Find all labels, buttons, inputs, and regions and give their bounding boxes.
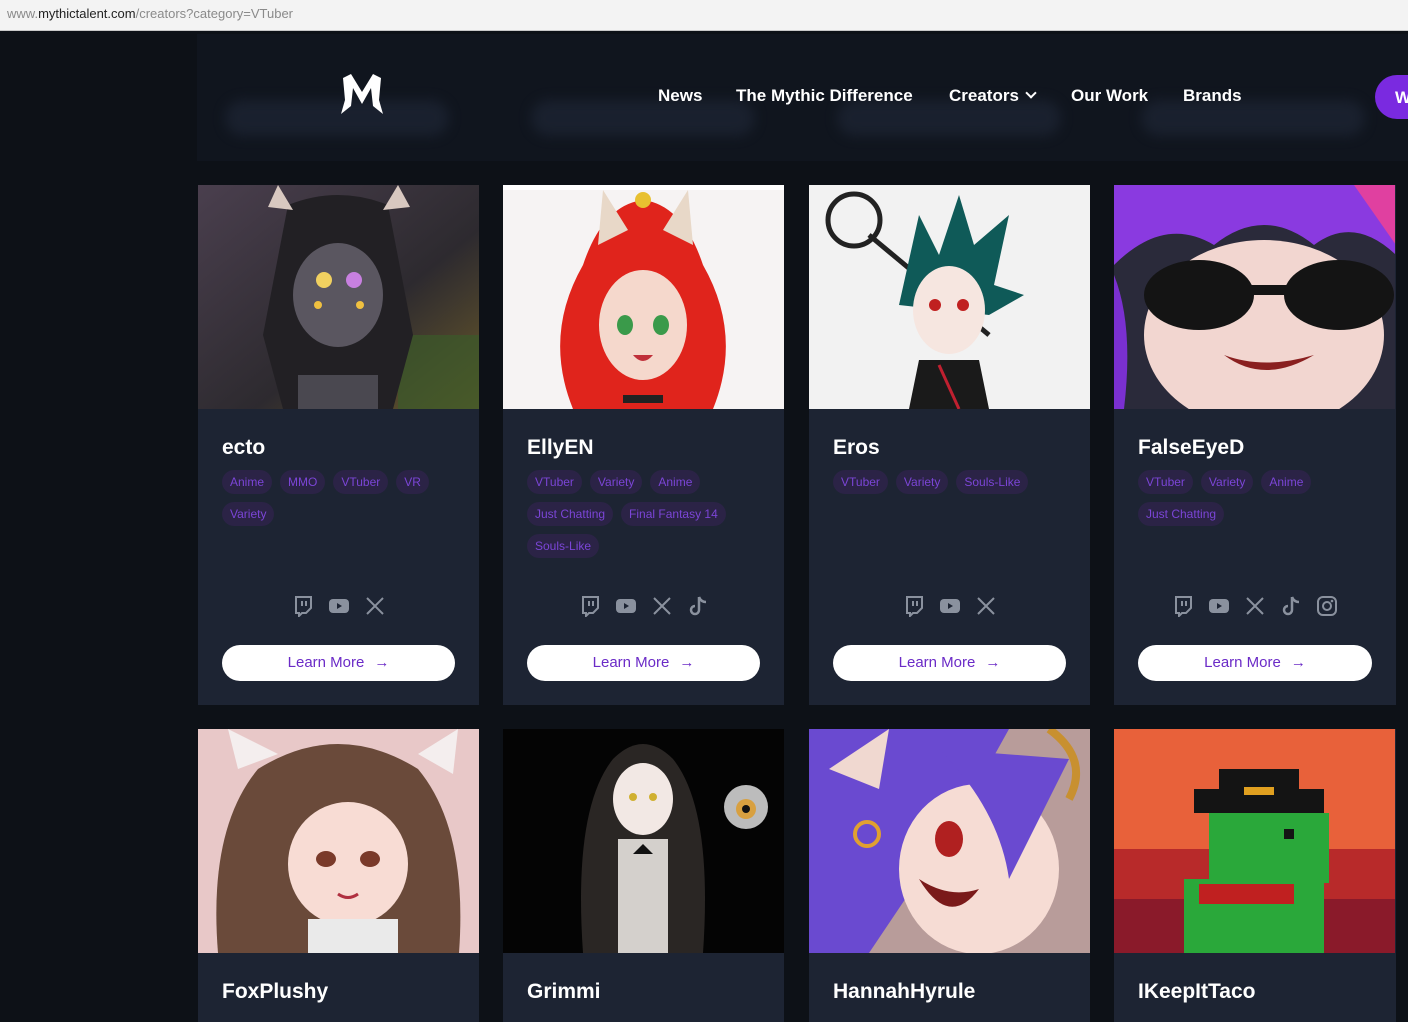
arrow-right-icon: → (985, 654, 1001, 671)
creator-name: Eros (833, 436, 880, 459)
creator-name: HannahHyrule (833, 980, 976, 1003)
tag[interactable]: Anime (1261, 470, 1312, 494)
instagram-icon[interactable] (1316, 595, 1338, 617)
nav-creators[interactable]: Creators (949, 86, 1037, 106)
creator-avatar[interactable] (198, 185, 479, 409)
url-text[interactable]: www.mythictalent.com/creators?category=V… (7, 6, 293, 21)
twitch-icon[interactable] (903, 595, 925, 617)
creator-avatar[interactable] (198, 729, 479, 953)
youtube-icon[interactable] (939, 595, 961, 617)
twitch-icon[interactable] (579, 595, 601, 617)
creator-avatar[interactable] (809, 729, 1090, 953)
tag[interactable]: VR (396, 470, 429, 494)
tag[interactable]: Souls-Like (527, 534, 600, 558)
tiktok-icon[interactable] (687, 595, 709, 617)
tag[interactable]: Variety (1200, 470, 1254, 494)
tag[interactable]: VTuber (833, 470, 888, 494)
creator-avatar[interactable] (1114, 185, 1395, 409)
tag[interactable]: VTuber (1138, 470, 1193, 494)
x-icon[interactable] (364, 595, 386, 617)
creator-avatar[interactable] (503, 185, 784, 409)
creator-card: FalseEyeD VTuber Variety Anime Just Chat… (1114, 185, 1396, 705)
tiktok-icon[interactable] (1280, 595, 1302, 617)
creator-card: ecto Anime MMO VTuber VR Variety Learn M… (198, 185, 479, 705)
header-blur-decoration (225, 100, 449, 136)
header-blur-decoration (1141, 100, 1365, 136)
creator-card: IKeepItTaco (1114, 729, 1396, 1022)
creator-avatar[interactable] (1114, 729, 1395, 953)
twitch-icon[interactable] (292, 595, 314, 617)
tag[interactable]: Just Chatting (1138, 502, 1225, 526)
youtube-icon[interactable] (328, 595, 350, 617)
twitch-icon[interactable] (1172, 595, 1194, 617)
site-header: News The Mythic Difference Creators Our … (197, 34, 1408, 161)
tag-list: VTuber Variety Anime Just Chatting (1138, 470, 1378, 526)
chevron-down-icon (1025, 87, 1037, 99)
tag[interactable]: Variety (895, 470, 949, 494)
tag[interactable]: VTuber (527, 470, 582, 494)
learn-more-button[interactable]: Learn More → (833, 645, 1066, 681)
tag[interactable]: VTuber (333, 470, 389, 494)
nav-brands[interactable]: Brands (1183, 86, 1242, 106)
browser-address-bar[interactable]: www.mythictalent.com/creators?category=V… (0, 0, 1408, 31)
youtube-icon[interactable] (615, 595, 637, 617)
tag[interactable]: Final Fantasy 14 (621, 502, 726, 526)
creator-card: FoxPlushy (198, 729, 479, 1022)
tag-list: Anime MMO VTuber VR Variety (222, 470, 462, 526)
social-links (1114, 595, 1396, 617)
creator-name: FalseEyeD (1138, 436, 1245, 459)
nav-news[interactable]: News (658, 86, 702, 106)
creator-card: EllyEN VTuber Variety Anime Just Chattin… (503, 185, 784, 705)
learn-more-button[interactable]: Learn More → (1138, 645, 1372, 681)
header-cta-button[interactable]: W (1375, 75, 1408, 119)
nav-our-work[interactable]: Our Work (1071, 86, 1148, 106)
arrow-right-icon: → (374, 654, 390, 671)
tag-list: VTuber Variety Anime Just Chatting Final… (527, 470, 767, 558)
social-links (503, 595, 784, 617)
social-links (809, 595, 1090, 617)
creator-name: Grimmi (527, 980, 601, 1003)
creator-card: Eros VTuber Variety Souls-Like Learn Mor… (809, 185, 1090, 705)
creator-card: HannahHyrule (809, 729, 1090, 1022)
creator-name: ecto (222, 436, 266, 459)
nav-mythic-difference[interactable]: The Mythic Difference (736, 86, 913, 106)
creator-name: EllyEN (527, 436, 594, 459)
creator-avatar[interactable] (503, 729, 784, 953)
mythic-logo-icon[interactable] (339, 70, 385, 120)
social-links (198, 595, 479, 617)
creator-name: IKeepItTaco (1138, 980, 1256, 1003)
tag[interactable]: Souls-Like (956, 470, 1029, 494)
nav-creators-label: Creators (949, 86, 1019, 105)
tag-list: VTuber Variety Souls-Like (833, 470, 1073, 494)
youtube-icon[interactable] (1208, 595, 1230, 617)
tag[interactable]: Anime (222, 470, 273, 494)
tag[interactable]: MMO (280, 470, 326, 494)
x-icon[interactable] (651, 595, 673, 617)
creator-name: FoxPlushy (222, 980, 329, 1003)
tag[interactable]: Variety (222, 502, 275, 526)
creator-avatar[interactable] (809, 185, 1090, 409)
tag[interactable]: Anime (650, 470, 701, 494)
creator-card: Grimmi (503, 729, 784, 1022)
tag[interactable]: Just Chatting (527, 502, 614, 526)
arrow-right-icon: → (679, 654, 695, 671)
x-icon[interactable] (1244, 595, 1266, 617)
x-icon[interactable] (975, 595, 997, 617)
learn-more-button[interactable]: Learn More → (222, 645, 455, 681)
header-blur-decoration (531, 100, 755, 136)
arrow-right-icon: → (1290, 654, 1306, 671)
tag[interactable]: Variety (589, 470, 643, 494)
learn-more-button[interactable]: Learn More → (527, 645, 760, 681)
